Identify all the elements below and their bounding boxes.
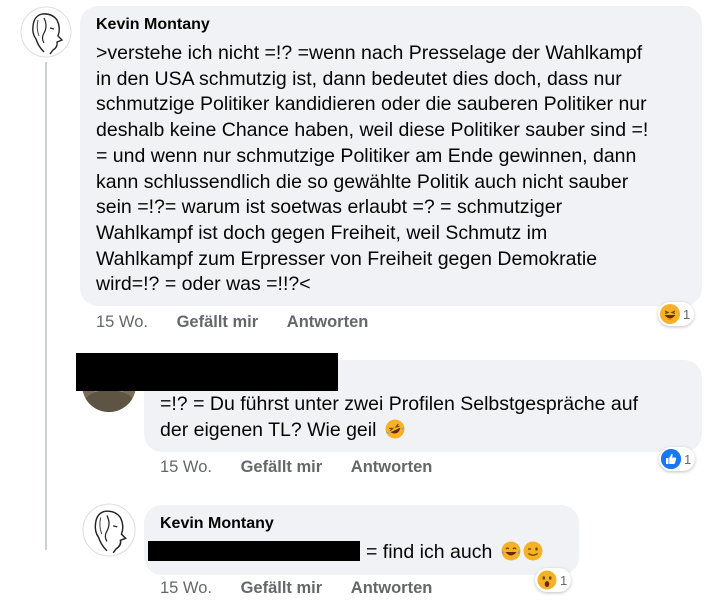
winking-emoji xyxy=(523,541,543,561)
comment-text: >verstehe ich nicht =!? =wenn nach Press… xyxy=(96,41,648,298)
comment-text-line: = und wenn nur schmutzige Politiker am E… xyxy=(96,144,637,167)
comment-text-segment: der eigenen TL? Wie geil xyxy=(160,418,377,441)
thread-connector xyxy=(45,62,47,550)
comment-text-line: wird=!? = oder was =!!?< xyxy=(96,273,311,296)
comment-actions: 15 Wo. Gefällt mir Antworten xyxy=(96,313,368,332)
like-link[interactable]: Gefällt mir xyxy=(241,579,323,598)
comment-text-line: Wahlkampf ist doch gegen Freiheit, weil … xyxy=(96,221,548,244)
wow-emoji xyxy=(537,570,557,590)
like-link[interactable]: Gefällt mir xyxy=(177,313,259,332)
comment-text-line: in den USA schmutzig ist, dann bedeutet … xyxy=(96,67,622,90)
reply-link[interactable]: Antworten xyxy=(351,579,433,598)
comment-text: = find ich auch xyxy=(366,540,543,566)
laughing-emoji xyxy=(660,304,680,324)
comment-author[interactable]: Kevin Montany xyxy=(160,515,274,533)
comment-text-segment: = find ich auch xyxy=(366,541,493,563)
comment-text-line: = find ich auch xyxy=(366,540,543,566)
comment-timestamp[interactable]: 15 Wo. xyxy=(160,458,212,477)
reply-link[interactable]: Antworten xyxy=(351,458,433,477)
like-thumb-icon xyxy=(661,449,681,469)
reaction-badge[interactable]: 1 xyxy=(658,302,695,326)
reaction-count: 1 xyxy=(560,572,568,588)
comment-timestamp[interactable]: 15 Wo. xyxy=(96,313,148,332)
avatar[interactable] xyxy=(82,503,136,557)
sketch-face-avatar-image xyxy=(82,503,136,557)
comment-text-line: =!? = Du führst unter zwei Profilen Selb… xyxy=(160,393,639,415)
comment-actions: 15 Wo. Gefällt mir Antworten xyxy=(160,579,432,598)
comment-text-line: deshalb keine Chance haben, weil diese P… xyxy=(96,119,649,142)
comment-text-line: schmutzige Politiker kandidieren oder di… xyxy=(96,93,647,116)
reply-link[interactable]: Antworten xyxy=(287,313,369,332)
comment-text-line: sein =!?= warum ist soetwas erlaubt =? =… xyxy=(96,196,563,219)
comment-timestamp[interactable]: 15 Wo. xyxy=(160,579,212,598)
comment-author[interactable]: Kevin Montany xyxy=(96,16,210,34)
avatar[interactable] xyxy=(20,6,72,58)
comment-text-line: kann schlussendlich die so gewählte Poli… xyxy=(96,170,629,193)
sketch-face-avatar-image xyxy=(20,6,72,58)
comment-text-line: Wahlkampf zum Erpresser von Freiheit geg… xyxy=(96,247,598,270)
reaction-count: 1 xyxy=(683,306,691,322)
comment-actions: 15 Wo. Gefällt mir Antworten xyxy=(160,458,432,477)
laughing-emoji xyxy=(385,419,405,439)
crying-laughing-emoji xyxy=(501,541,521,561)
comment-text-line: der eigenen TL? Wie geil xyxy=(160,418,638,444)
comment-text: =!? = Du führst unter zwei Profilen Selb… xyxy=(160,392,638,443)
comment-text-line: >verstehe ich nicht =!? =wenn nach Press… xyxy=(96,42,643,64)
like-link[interactable]: Gefällt mir xyxy=(241,458,323,477)
reaction-badge[interactable]: 1 xyxy=(535,568,572,592)
redacted-mention xyxy=(148,541,360,561)
reaction-badge[interactable]: 1 xyxy=(659,447,696,471)
reaction-count: 1 xyxy=(684,451,692,467)
redacted-author-name xyxy=(76,353,338,391)
